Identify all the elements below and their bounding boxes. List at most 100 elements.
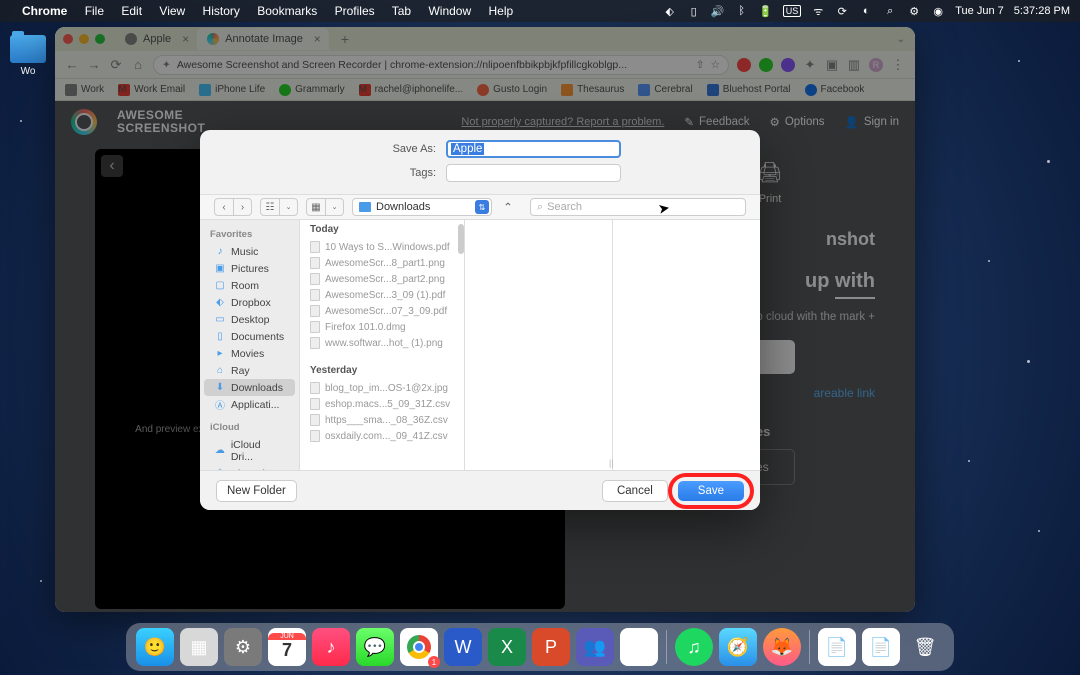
- file-item[interactable]: Firefox 101.0.dmg: [300, 319, 464, 335]
- menu-history[interactable]: History: [203, 4, 240, 18]
- sidebar-pictures[interactable]: ▣Pictures: [204, 260, 295, 277]
- file-item[interactable]: https___sma..._08_36Z.csv: [300, 412, 464, 428]
- view-columns-button[interactable]: ☷⌄: [260, 198, 298, 216]
- file-item[interactable]: AwesomeScr...8_part1.png: [300, 255, 464, 271]
- file-item[interactable]: blog_top_im...OS-1@2x.jpg: [300, 380, 464, 396]
- file-list-column-2: [465, 220, 613, 470]
- file-item[interactable]: AwesomeScr...3_09 (1).pdf: [300, 287, 464, 303]
- sync-icon[interactable]: ⟳: [835, 4, 849, 18]
- sidebar-icloud-drive[interactable]: ☁iCloud Dri...: [204, 436, 295, 465]
- file-item[interactable]: 10 Ways to S...Windows.pdf: [300, 239, 464, 255]
- file-item[interactable]: AwesomeScr...8_part2.png: [300, 271, 464, 287]
- mobile-icon[interactable]: ▯: [687, 4, 701, 18]
- sidebar-ray[interactable]: ⌂Ray: [204, 362, 295, 379]
- dock-finder[interactable]: 🙂: [136, 628, 174, 666]
- cancel-button[interactable]: Cancel: [602, 480, 668, 502]
- file-item[interactable]: AwesomeScr...07_3_09.pdf: [300, 303, 464, 319]
- menu-view[interactable]: View: [159, 4, 185, 18]
- dock-spotify[interactable]: ♫: [675, 628, 713, 666]
- dialog-footer: New Folder Cancel Save: [200, 470, 760, 510]
- folder-label: Wo: [10, 66, 46, 77]
- sidebar-applications[interactable]: ⒶApplicati...: [204, 396, 295, 413]
- dock-messages[interactable]: 💬: [356, 628, 394, 666]
- file-list-column: Today 10 Ways to S...Windows.pdf Awesome…: [300, 220, 465, 470]
- sidebar-music[interactable]: ♪Music: [204, 243, 295, 260]
- save-as-label: Save As:: [216, 143, 446, 155]
- input-source[interactable]: US: [783, 5, 802, 17]
- dock-slack[interactable]: ⌗: [620, 628, 658, 666]
- folder-icon: [359, 202, 371, 212]
- tags-label: Tags:: [216, 167, 446, 179]
- nav-back-forward[interactable]: ‹›: [214, 198, 252, 216]
- app-name[interactable]: Chrome: [22, 4, 67, 18]
- favorites-header: Favorites: [200, 226, 299, 243]
- volume-icon[interactable]: 🔊: [711, 4, 725, 18]
- menu-tab[interactable]: Tab: [392, 4, 411, 18]
- search-icon[interactable]: ⌕: [883, 4, 897, 18]
- dock-trash[interactable]: 🗑: [906, 628, 944, 666]
- dock-safari[interactable]: 🧭: [719, 628, 757, 666]
- dock-teams[interactable]: 👥: [576, 628, 614, 666]
- dropbox-menubar-icon[interactable]: ⬖: [663, 4, 677, 18]
- desktop-folder[interactable]: Wo: [10, 35, 46, 77]
- wifi-icon[interactable]: ᯤ: [811, 4, 825, 18]
- menu-bookmarks[interactable]: Bookmarks: [257, 4, 317, 18]
- pictures-icon: ▣: [214, 263, 226, 275]
- dock-launchpad[interactable]: ▦: [180, 628, 218, 666]
- save-dialog: Save As: Apple Tags: ‹› ☷⌄ ▦⌄ Downloads …: [200, 130, 760, 510]
- cloud-icon: ☁: [214, 445, 226, 457]
- sidebar-downloads[interactable]: ⬇Downloads: [204, 379, 295, 396]
- sidebar-dropbox[interactable]: ⬖Dropbox: [204, 294, 295, 311]
- app-menus: Chrome File Edit View History Bookmarks …: [22, 4, 527, 18]
- dock-music[interactable]: ♪: [312, 628, 350, 666]
- bluetooth-icon[interactable]: ᛒ: [735, 4, 749, 18]
- control-center-icon[interactable]: ⚙: [907, 4, 921, 18]
- folder-icon: [10, 35, 46, 63]
- dock-excel[interactable]: X: [488, 628, 526, 666]
- dock-word[interactable]: W: [444, 628, 482, 666]
- menu-edit[interactable]: Edit: [121, 4, 142, 18]
- file-list-column-3: ||: [613, 220, 760, 470]
- sidebar-room[interactable]: ▢Room: [204, 277, 295, 294]
- dock-chrome[interactable]: 1: [400, 628, 438, 666]
- sidebar-movies[interactable]: ▸Movies: [204, 345, 295, 362]
- dock-settings[interactable]: ⚙: [224, 628, 262, 666]
- menubar-date[interactable]: Tue Jun 7: [955, 5, 1004, 17]
- mouse-cursor-icon: ➤: [657, 199, 672, 218]
- scrollbar[interactable]: [458, 224, 464, 254]
- file-item[interactable]: eshop.macs...5_09_31Z.csv: [300, 396, 464, 412]
- save-as-input[interactable]: Apple: [446, 140, 621, 158]
- siri-icon[interactable]: ◉: [931, 4, 945, 18]
- icloud-header: iCloud: [200, 419, 299, 436]
- path-up-button[interactable]: ⌃: [500, 200, 516, 214]
- menu-window[interactable]: Window: [428, 4, 471, 18]
- movies-icon: ▸: [214, 348, 226, 360]
- view-grid-button[interactable]: ▦⌄: [306, 198, 344, 216]
- dock-file-2[interactable]: 📄: [862, 628, 900, 666]
- sidebar-documents[interactable]: ▯Documents: [204, 328, 295, 345]
- downloads-icon: ⬇: [214, 382, 226, 394]
- dock-calendar[interactable]: JUN7: [268, 628, 306, 666]
- battery-icon[interactable]: 🔋: [759, 4, 773, 18]
- menu-profiles[interactable]: Profiles: [335, 4, 375, 18]
- home-icon: ⌂: [214, 365, 226, 377]
- new-folder-button[interactable]: New Folder: [216, 480, 297, 502]
- menu-file[interactable]: File: [85, 4, 104, 18]
- save-button[interactable]: Save: [678, 481, 744, 501]
- do-not-disturb-icon[interactable]: ◐: [859, 4, 873, 18]
- dropdown-arrow-icon: ⇅: [475, 200, 489, 214]
- dock-firefox[interactable]: 🦊: [763, 628, 801, 666]
- sidebar-desktop[interactable]: ▭Desktop: [204, 311, 295, 328]
- location-dropdown[interactable]: Downloads ⇅: [352, 198, 492, 216]
- search-field[interactable]: ⌕ Search: [530, 198, 746, 216]
- dialog-sidebar: Favorites ♪Music ▣Pictures ▢Room ⬖Dropbo…: [200, 220, 300, 470]
- menubar-time[interactable]: 5:37:28 PM: [1014, 5, 1070, 17]
- resize-handle-icon[interactable]: ||: [609, 458, 614, 468]
- file-item[interactable]: osxdaily.com..._09_41Z.csv: [300, 428, 464, 444]
- tags-input[interactable]: [446, 164, 621, 182]
- dock-file-1[interactable]: 📄: [818, 628, 856, 666]
- menu-help[interactable]: Help: [488, 4, 513, 18]
- file-item[interactable]: www.softwar...hot_ (1).png: [300, 335, 464, 351]
- dock-powerpoint[interactable]: P: [532, 628, 570, 666]
- location-value: Downloads: [376, 201, 430, 213]
